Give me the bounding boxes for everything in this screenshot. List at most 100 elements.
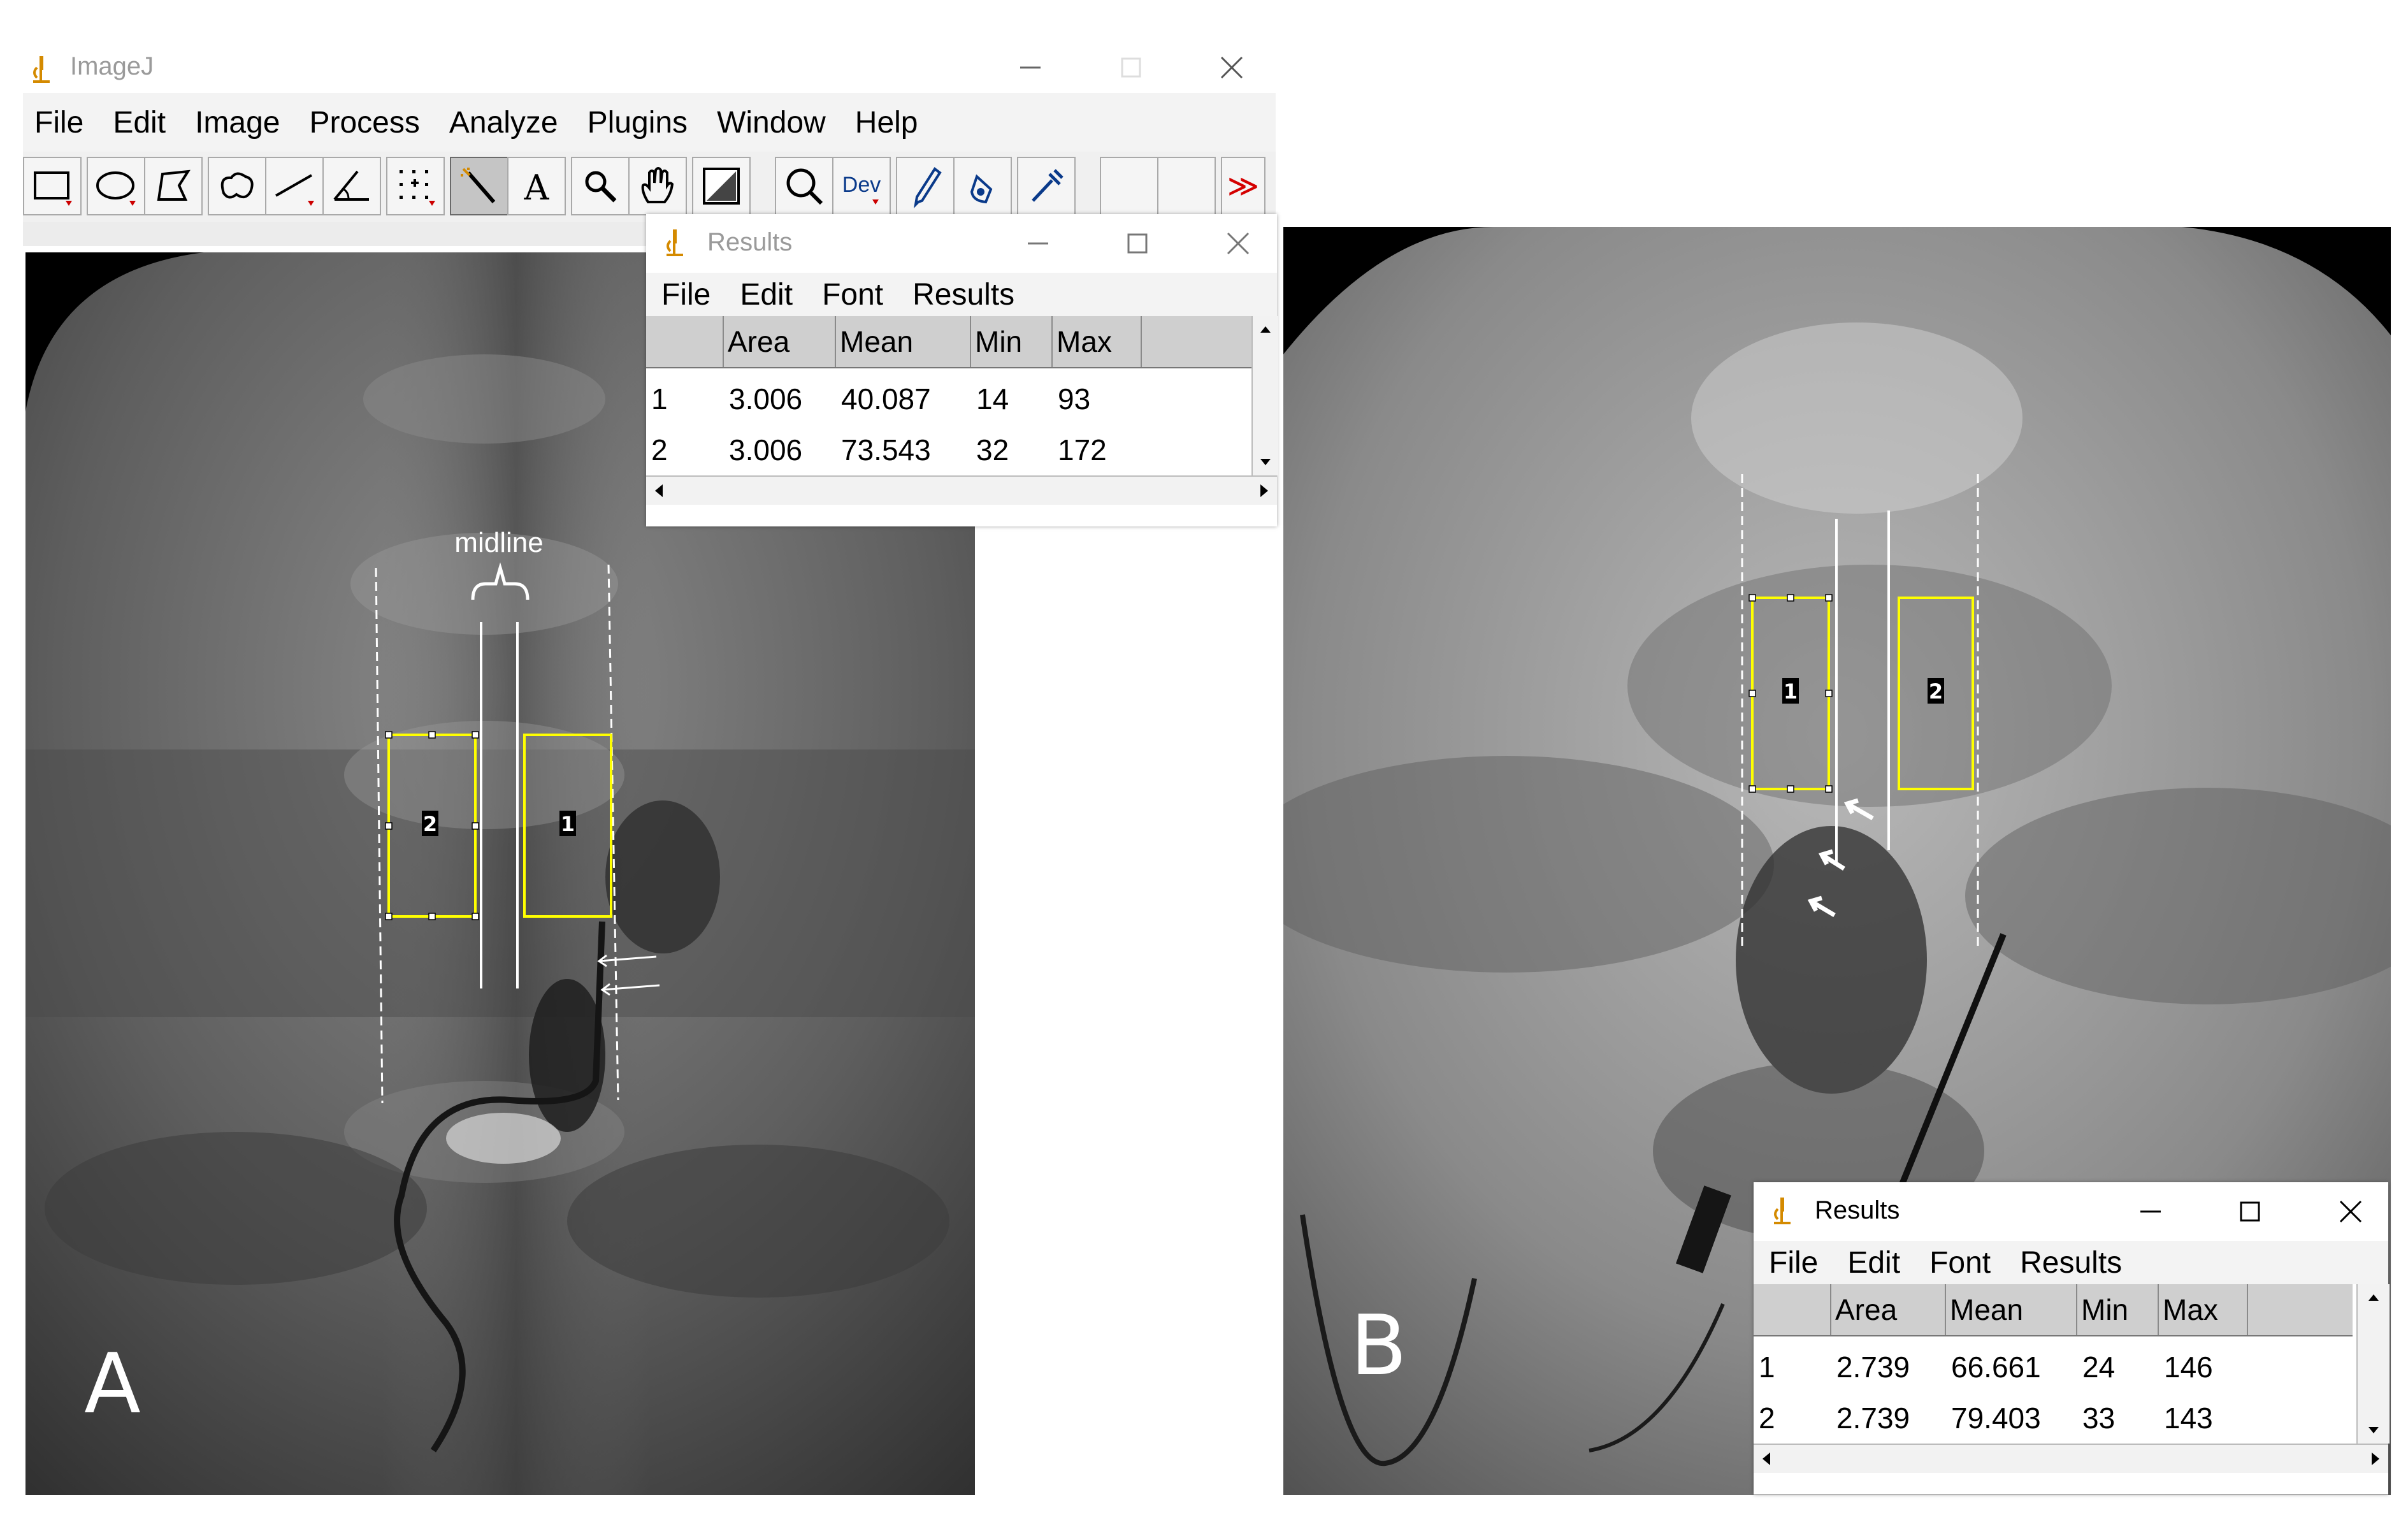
column-header[interactable]	[1754, 1284, 1830, 1335]
column-header[interactable]: Area	[1830, 1284, 1945, 1335]
title-bar[interactable]: Results	[1754, 1182, 2388, 1241]
scroll-down-icon[interactable]	[2358, 1418, 2390, 1444]
menu-results[interactable]: Results	[2020, 1245, 2122, 1280]
hand-tool-button[interactable]	[628, 157, 687, 215]
more-tools-button[interactable]: ≫	[1221, 157, 1265, 215]
menu-edit[interactable]: Edit	[1847, 1245, 1900, 1280]
close-button[interactable]	[1209, 224, 1267, 263]
table-row[interactable]: 1 3.006 40.087 14 93	[646, 373, 1251, 424]
empty-tool-slot	[1107, 164, 1151, 208]
table-row[interactable]: 2 3.006 73.543 32 172	[646, 424, 1251, 475]
minimize-icon	[1020, 66, 1041, 69]
menu-font[interactable]: Font	[1929, 1245, 1991, 1280]
scroll-left-icon[interactable]	[1754, 1445, 1779, 1473]
microscope-icon	[667, 229, 683, 256]
magnifier-tool-button[interactable]	[571, 157, 630, 215]
text-tool-button[interactable]: A	[507, 157, 566, 215]
maximize-button[interactable]	[2221, 1192, 2279, 1231]
minimize-button[interactable]	[1009, 224, 1067, 263]
empty-tool-slot-button[interactable]	[1157, 157, 1216, 215]
developer-menu-button[interactable]: Dev	[832, 157, 891, 215]
horizontal-scrollbar[interactable]	[646, 475, 1277, 505]
menu-bar: File Edit Font Results	[1754, 1241, 2388, 1284]
midline-label: midline	[454, 527, 543, 558]
multipoint-tool-button[interactable]	[386, 157, 445, 215]
results-window-b: Results File Edit Font Results Area Mean Min M…	[1754, 1182, 2390, 1495]
title-bar[interactable]: ImageJ	[23, 48, 1276, 87]
menu-plugins[interactable]: Plugins	[588, 105, 688, 140]
oval-tool-button[interactable]	[87, 157, 145, 215]
column-header[interactable]	[646, 316, 723, 367]
zoom-tool-button[interactable]	[775, 157, 833, 215]
empty-tool-slot-button[interactable]	[1100, 157, 1158, 215]
column-header[interactable]: Mean	[1945, 1284, 2076, 1335]
menu-help[interactable]: Help	[855, 105, 918, 140]
menu-edit[interactable]: Edit	[740, 277, 793, 312]
close-button[interactable]	[1203, 48, 1260, 87]
table-cell: 40.087	[841, 382, 931, 416]
polygon-tool-icon	[157, 170, 191, 201]
angle-tool-button[interactable]	[322, 157, 381, 215]
menu-file[interactable]: File	[661, 277, 710, 312]
menu-window[interactable]: Window	[717, 105, 826, 140]
scroll-up-icon[interactable]	[2358, 1284, 2390, 1310]
line-tool-button[interactable]	[265, 157, 324, 215]
menu-edit[interactable]: Edit	[113, 105, 166, 140]
minimize-button[interactable]	[2122, 1192, 2179, 1231]
scroll-right-icon[interactable]	[2363, 1445, 2388, 1473]
column-header-spacer	[2247, 1284, 2353, 1335]
maximize-icon	[2240, 1201, 2260, 1222]
table-cell: 1	[1759, 1350, 1775, 1384]
menu-process[interactable]: Process	[309, 105, 419, 140]
scroll-down-icon[interactable]	[1253, 450, 1278, 475]
svg-text:Dev: Dev	[842, 173, 881, 197]
column-header[interactable]: Max	[2158, 1284, 2247, 1335]
column-header[interactable]: Mean	[835, 316, 970, 367]
menu-results[interactable]: Results	[912, 277, 1014, 312]
scroll-left-icon[interactable]	[646, 477, 672, 505]
menu-font[interactable]: Font	[822, 277, 883, 312]
pencil-tool-button[interactable]	[896, 157, 955, 215]
vertical-scrollbar[interactable]	[2356, 1284, 2390, 1444]
menu-file[interactable]: File	[34, 105, 83, 140]
freehand-tool-button[interactable]	[208, 157, 266, 215]
line-tool-icon	[275, 174, 314, 206]
rectangle-tool-button[interactable]	[23, 157, 82, 215]
brush-tool-button[interactable]	[953, 157, 1012, 215]
close-button[interactable]	[2322, 1192, 2379, 1231]
table-row[interactable]: 1 2.739 66.661 24 146	[1754, 1342, 2353, 1393]
oval-tool-icon	[96, 171, 136, 206]
maximize-button[interactable]	[1109, 224, 1166, 263]
horizontal-scrollbar[interactable]	[1754, 1444, 2388, 1473]
table-cell: 1	[651, 382, 668, 416]
table-cell: 2	[651, 433, 668, 467]
menu-analyze[interactable]: Analyze	[449, 105, 558, 140]
table-cell: 14	[976, 382, 1009, 416]
pipette-tool-button[interactable]	[1017, 157, 1076, 215]
minimize-button[interactable]	[1002, 48, 1059, 87]
wand-tool-button[interactable]	[450, 157, 508, 215]
microscope-icon	[1774, 1198, 1791, 1224]
column-header[interactable]: Min	[2076, 1284, 2158, 1335]
maximize-button[interactable]	[1102, 48, 1160, 87]
color-picker-tool-button[interactable]	[692, 157, 751, 215]
scroll-up-icon[interactable]	[1253, 316, 1278, 342]
panel-letter-a: A	[84, 1335, 141, 1432]
results-table: Area Mean Min Max 1 2.739 66.661 24 146 2 2.739 79.…	[1754, 1284, 2353, 1444]
color-picker-tool-icon	[703, 168, 740, 205]
title-bar[interactable]: Results	[646, 214, 1277, 273]
column-header[interactable]: Max	[1051, 316, 1141, 367]
angle-tool-icon	[333, 170, 369, 201]
menu-image[interactable]: Image	[195, 105, 280, 140]
panel-letter-b: B	[1350, 1297, 1407, 1394]
menu-file[interactable]: File	[1769, 1245, 1818, 1280]
column-header[interactable]: Area	[723, 316, 835, 367]
polygon-tool-button[interactable]	[144, 157, 203, 215]
window-title: Results	[707, 228, 793, 256]
table-row[interactable]: 2 2.739 79.403 33 143	[1754, 1393, 2353, 1444]
scroll-right-icon[interactable]	[1251, 477, 1277, 505]
empty-tool-slot	[1164, 164, 1209, 208]
column-header[interactable]: Min	[970, 316, 1051, 367]
vertical-scrollbar[interactable]	[1251, 316, 1278, 475]
table-cell: 2.739	[1836, 1401, 1910, 1435]
